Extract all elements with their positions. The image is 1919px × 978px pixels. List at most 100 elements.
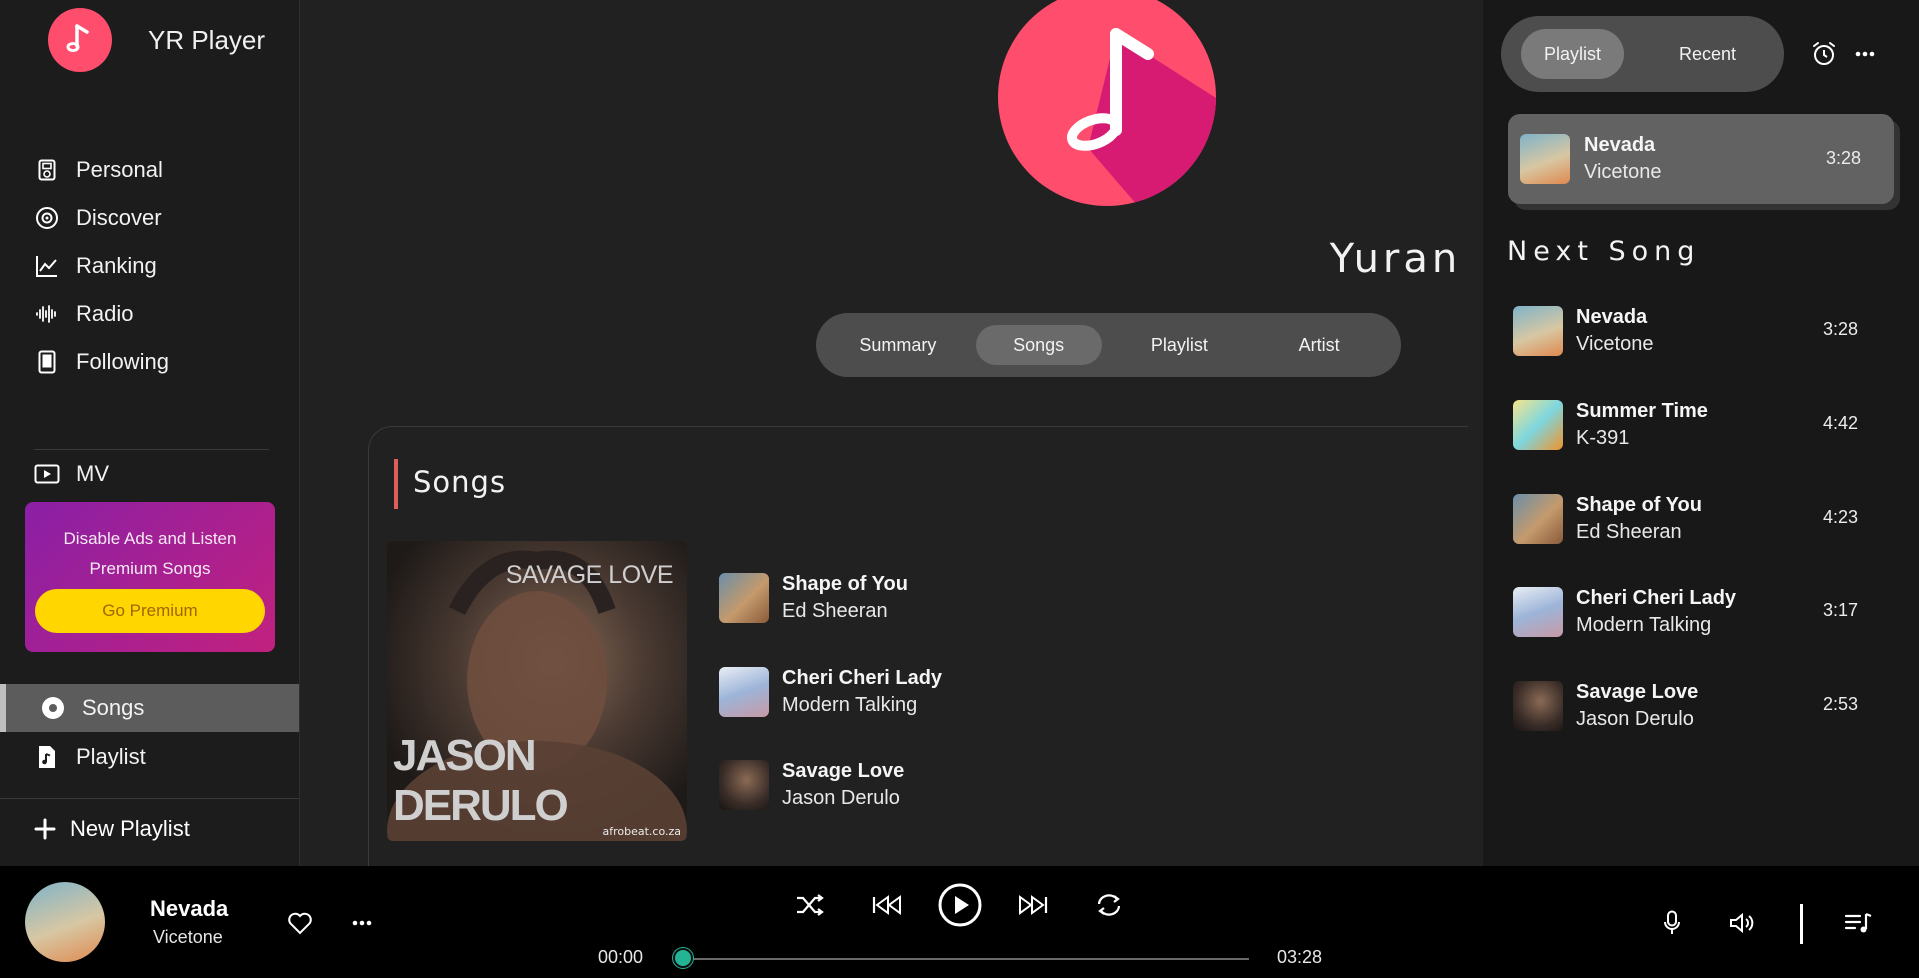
song-thumbnail — [1513, 681, 1563, 731]
song-duration: 3:17 — [1823, 600, 1859, 620]
nav-item-following[interactable]: Following — [34, 338, 169, 386]
song-info: Savage Love Jason Derulo — [782, 758, 904, 812]
player-song-artist[interactable]: Vicetone — [153, 927, 223, 948]
playlist-queue-icon[interactable] — [1842, 906, 1876, 940]
song-row[interactable]: Cheri Cheri Lady Modern Talking — [719, 665, 942, 719]
alarm-clock-icon[interactable] — [1810, 40, 1838, 68]
music-note-logo-icon — [48, 8, 112, 72]
next-track-icon[interactable] — [1016, 888, 1050, 922]
song-title: Shape of You — [1576, 494, 1702, 516]
current-time: 00:00 — [598, 947, 644, 967]
nav-label: Personal — [76, 157, 163, 182]
nav-item-ranking[interactable]: Ranking — [34, 242, 169, 290]
song-info: Nevada Vicetone — [1576, 304, 1653, 358]
queue-item[interactable]: Shape of You Ed Sheeran 4:23 — [1513, 491, 1883, 547]
cover-title: SAVAGE LOVE — [505, 561, 674, 589]
nav-item-radio[interactable]: Radio — [34, 290, 169, 338]
song-title: Summer Time — [1576, 400, 1708, 422]
chart-line-icon — [34, 253, 60, 279]
song-title: Cheri Cheri Lady — [1576, 587, 1737, 609]
song-row[interactable]: Shape of You Ed Sheeran — [719, 571, 908, 625]
next-song-heading: Next Song — [1507, 236, 1701, 267]
song-duration: 4:42 — [1823, 413, 1859, 433]
queue-item[interactable]: Savage Love Jason Derulo 2:53 — [1513, 678, 1883, 734]
more-options-icon[interactable] — [345, 910, 379, 936]
sidebar: YR Player Personal Discover Ranking Radi… — [0, 0, 300, 866]
song-title: Savage Love — [782, 760, 905, 782]
song-artist: Modern Talking — [1576, 614, 1712, 636]
tab-summary[interactable]: Summary — [828, 325, 968, 365]
previous-track-icon[interactable] — [870, 888, 904, 922]
song-thumbnail — [719, 573, 769, 623]
nav-label: Ranking — [76, 253, 157, 278]
library-item-songs[interactable]: Songs — [0, 684, 299, 732]
nav-item-personal[interactable]: Personal — [34, 146, 169, 194]
nav-item-mv[interactable]: MV — [34, 450, 109, 498]
progress-track[interactable] — [683, 958, 1249, 960]
cover-source: afrobeat.co.za — [602, 825, 681, 838]
song-info: Savage Love Jason Derulo — [1576, 679, 1698, 733]
profile-name: Yuran — [300, 236, 1483, 282]
queue-item[interactable]: Nevada Vicetone 3:28 — [1513, 303, 1883, 359]
song-title: Cheri Cheri Lady — [782, 667, 943, 689]
queue-panel: Playlist Recent Nevada Vicetone 3:28 Nex… — [1483, 0, 1919, 866]
now-playing-card[interactable]: Nevada Vicetone 3:28 — [1508, 114, 1894, 204]
library-label: Songs — [82, 695, 145, 720]
video-icon — [34, 461, 60, 487]
heart-icon[interactable] — [283, 906, 317, 940]
queue-item[interactable]: Cheri Cheri Lady Modern Talking 3:17 — [1513, 584, 1883, 640]
new-playlist-label: New Playlist — [70, 816, 190, 841]
song-title: Savage Love — [1576, 681, 1699, 703]
player-song-title[interactable]: Nevada — [150, 896, 228, 922]
microphone-icon[interactable] — [1655, 906, 1689, 940]
song-thumbnail — [1513, 400, 1563, 450]
more-options-icon[interactable] — [1851, 40, 1879, 68]
total-time: 03:28 — [1277, 947, 1323, 967]
song-artist: Ed Sheeran — [782, 600, 888, 622]
volume-icon[interactable] — [1724, 906, 1758, 940]
song-title: Nevada — [1576, 306, 1648, 328]
tab-songs[interactable]: Songs — [975, 325, 1102, 365]
library-item-playlist[interactable]: Playlist — [0, 733, 299, 781]
library-label: Playlist — [76, 744, 146, 769]
song-duration: 2:53 — [1823, 694, 1859, 714]
now-playing-artwork[interactable] — [25, 882, 105, 962]
tab-artist[interactable]: Artist — [1249, 325, 1389, 365]
nav-label: Discover — [76, 205, 162, 230]
queue-item[interactable]: Summer Time K-391 4:42 — [1513, 397, 1883, 453]
song-duration: 3:28 — [1823, 319, 1859, 339]
songs-section: Songs SAVAGE LOVE JASON DERULO afrobeat.… — [368, 426, 1468, 866]
tab-queue-playlist[interactable]: Playlist — [1521, 29, 1624, 79]
tablet-icon — [34, 349, 60, 375]
progress-knob[interactable] — [673, 948, 693, 968]
app-name: YR Player — [148, 24, 266, 55]
new-playlist-button[interactable]: New Playlist — [34, 816, 190, 842]
song-info: Summer Time K-391 — [1576, 398, 1708, 452]
play-button[interactable] — [937, 882, 983, 928]
profile-avatar[interactable] — [998, 0, 1216, 206]
song-artist: Ed Sheeran — [1576, 521, 1682, 543]
waveform-icon — [34, 301, 60, 327]
featured-album-cover[interactable]: SAVAGE LOVE JASON DERULO afrobeat.co.za — [387, 541, 687, 841]
song-row[interactable]: Savage Love Jason Derulo — [719, 758, 904, 812]
nav-item-discover[interactable]: Discover — [34, 194, 169, 242]
plus-icon — [34, 818, 56, 840]
song-info: Shape of You Ed Sheeran — [1576, 492, 1702, 546]
repeat-icon[interactable] — [1092, 888, 1126, 922]
song-thumbnail — [1513, 306, 1563, 356]
song-info: Cheri Cheri Lady Modern Talking — [782, 665, 942, 719]
main-nav: Personal Discover Ranking Radio Followin… — [34, 146, 169, 386]
tab-queue-recent[interactable]: Recent — [1656, 29, 1759, 79]
go-premium-button[interactable]: Go Premium — [35, 589, 265, 633]
shuffle-icon[interactable] — [793, 888, 827, 922]
song-duration: 4:23 — [1823, 507, 1859, 527]
volume-slider[interactable] — [1800, 904, 1803, 944]
song-artist: K-391 — [1576, 427, 1630, 449]
song-title: Nevada — [1584, 134, 1656, 156]
premium-promo: Disable Ads and Listen Premium Songs Go … — [25, 502, 275, 652]
premium-text: Disable Ads and Listen Premium Songs — [63, 529, 237, 578]
tab-playlist[interactable]: Playlist — [1110, 325, 1250, 365]
song-artist: Jason Derulo — [1576, 708, 1694, 730]
song-thumbnail — [1513, 587, 1563, 637]
brand[interactable]: YR Player — [48, 8, 265, 72]
